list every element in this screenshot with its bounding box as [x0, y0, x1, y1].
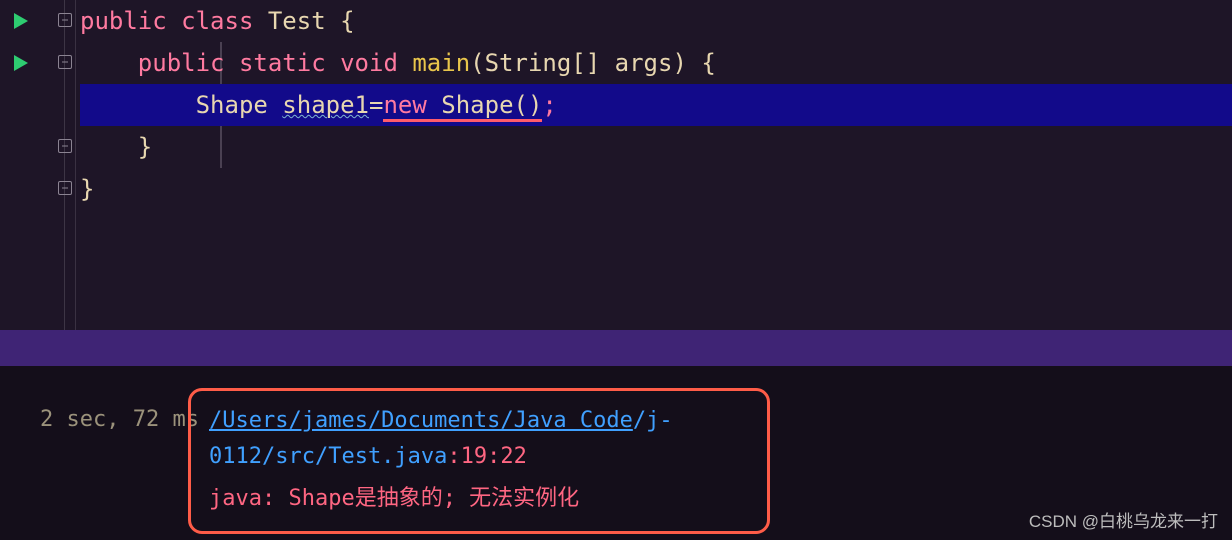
gutter-divider — [75, 0, 76, 330]
build-duration: 2 sec, 72 ms — [40, 402, 199, 438]
keyword: static — [239, 49, 326, 77]
fold-toggle-icon[interactable] — [58, 13, 72, 27]
keyword: void — [340, 49, 398, 77]
run-icon[interactable] — [14, 13, 28, 29]
fold-toggle-icon[interactable] — [58, 181, 72, 195]
run-icon[interactable] — [14, 55, 28, 71]
code-area[interactable]: public class Test { public static void m… — [80, 0, 1232, 210]
code-line[interactable]: public class Test { — [80, 0, 1232, 42]
keyword: public — [138, 49, 225, 77]
watermark: CSDN @白桃乌龙来一打 — [1029, 507, 1218, 532]
keyword-new: new — [383, 91, 426, 122]
error-message: java: Shape是抽象的; 无法实例化 — [209, 481, 749, 517]
class-name: Test — [268, 7, 326, 35]
method-name: main — [412, 49, 470, 77]
code-line-highlighted[interactable]: Shape shape1=new Shape(); — [80, 84, 1232, 126]
type-ref: Shape — [196, 91, 268, 119]
keyword: class — [181, 7, 253, 35]
var-name: shape1 — [282, 91, 369, 119]
ctor-call: Shape — [441, 91, 513, 122]
code-line[interactable]: public static void main(String[] args) { — [80, 42, 1232, 84]
fold-toggle-icon[interactable] — [58, 55, 72, 69]
panel-divider[interactable] — [0, 330, 1232, 366]
fold-toggle-icon[interactable] — [58, 139, 72, 153]
error-location-line[interactable]: /Users/james/Documents/Java Code/j-0112/… — [209, 403, 749, 475]
gutter — [0, 0, 50, 330]
error-highlight-box: /Users/james/Documents/Java Code/j-0112/… — [188, 388, 770, 534]
error-line-col: :19:22 — [447, 444, 526, 469]
code-line[interactable]: } — [80, 126, 1232, 168]
code-editor[interactable]: public class Test { public static void m… — [0, 0, 1232, 330]
error-file-link[interactable]: /Users/james/Documents/Java Code — [209, 408, 633, 433]
keyword: public — [80, 7, 167, 35]
code-line[interactable]: } — [80, 168, 1232, 210]
